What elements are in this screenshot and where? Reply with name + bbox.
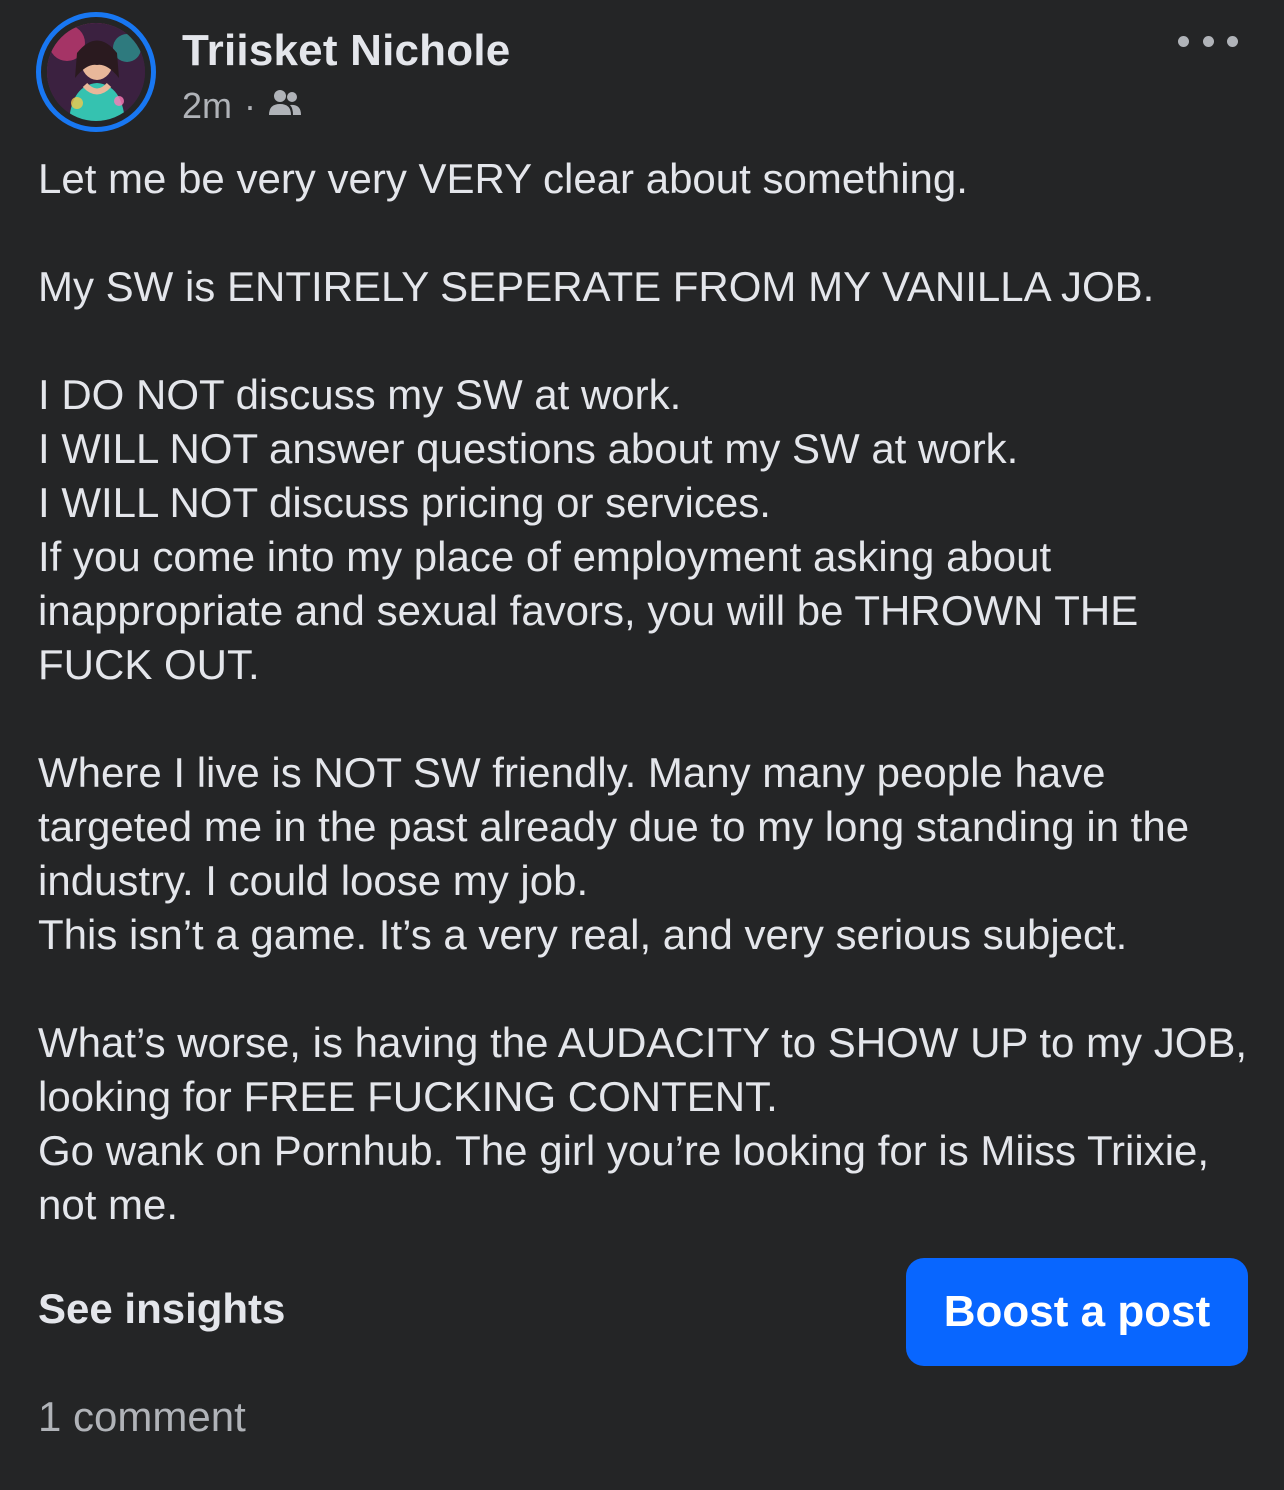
post-actions: See insights Boost a post [38, 1258, 1248, 1366]
post-body: Let me be very very VERY clear about som… [38, 152, 1250, 1232]
post-card: Triisket Nichole 2m · Let me be very ver… [0, 0, 1284, 1490]
comment-count-link[interactable]: 1 comment [38, 1393, 246, 1441]
post-text-line: What’s worse, is having the AUDACITY to … [38, 1019, 1248, 1120]
post-text-line: I WILL NOT answer questions about my SW … [38, 425, 1019, 472]
more-dot [1227, 35, 1238, 47]
post-meta: 2m · [182, 85, 302, 127]
post-header: Triisket Nichole 2m · [36, 12, 1248, 132]
meta-separator: · [244, 85, 257, 126]
post-text-line: Let me be very very VERY clear about som… [38, 155, 968, 202]
post-text-line: My SW is ENTIRELY SEPERATE FROM MY VANIL… [38, 263, 1155, 310]
post-text-line: I DO NOT discuss my SW at work. [38, 371, 682, 418]
post-text-line: Where I live is NOT SW friendly. Many ma… [38, 749, 1190, 904]
boost-post-button[interactable]: Boost a post [906, 1258, 1248, 1366]
post-text-line: Go wank on Pornhub. The girl you’re look… [38, 1127, 1210, 1228]
post-text-line: I WILL NOT discuss pricing or services. [38, 479, 771, 526]
author-name[interactable]: Triisket Nichole [182, 26, 510, 76]
avatar[interactable] [47, 23, 145, 121]
more-dot [1178, 35, 1189, 47]
more-options-icon[interactable] [1178, 26, 1238, 56]
see-insights-link[interactable]: See insights [38, 1285, 285, 1333]
profile-avatar-image [47, 23, 145, 121]
post-text-line: This isn’t a game. It’s a very real, and… [38, 911, 1128, 958]
more-dot [1202, 35, 1214, 47]
post-timestamp[interactable]: 2m [182, 85, 232, 127]
post-text-line: If you come into my place of employment … [38, 533, 1139, 688]
avatar-story-ring[interactable] [36, 12, 156, 132]
friends-icon[interactable] [268, 85, 302, 127]
